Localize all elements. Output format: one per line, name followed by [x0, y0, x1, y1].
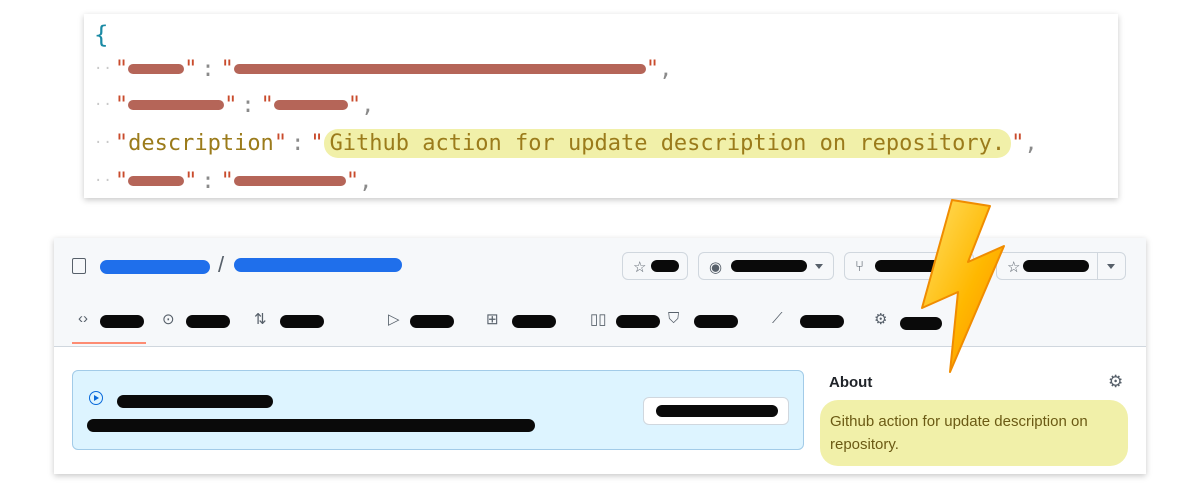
repo-owner-link[interactable] [100, 260, 210, 274]
redacted-value [273, 100, 348, 110]
star-label-redacted [1023, 260, 1089, 272]
repo-icon [72, 258, 86, 274]
tab-label-redacted [616, 315, 660, 328]
chevron-down-icon[interactable] [1107, 264, 1115, 269]
banner-button-label-redacted [656, 405, 778, 417]
redacted-value [233, 64, 646, 74]
pin-label-redacted [651, 260, 679, 272]
code-icon: ‹› [78, 310, 88, 327]
graph-icon: ⟋ [772, 310, 783, 327]
tab-label-redacted [512, 315, 556, 328]
tab-label-redacted [410, 315, 454, 328]
about-description-highlight: Github action for update description on … [820, 400, 1128, 466]
shield-icon: ⛉ [668, 310, 680, 327]
table-icon: ⊞ [486, 311, 499, 328]
redacted-key [128, 176, 185, 186]
code-line-open: { [94, 20, 108, 50]
code-line-description: ·· " description " : " Github action for… [94, 128, 1038, 158]
breadcrumb-separator: / [218, 252, 225, 277]
chevron-down-icon [815, 264, 823, 269]
active-tab-underline [72, 342, 146, 344]
code-line-redacted-3: ·· " " : " " , [94, 168, 373, 194]
star-button[interactable]: ☆ [996, 252, 1126, 280]
fork-icon: ⑂ [855, 258, 865, 275]
open-brace: { [94, 21, 109, 49]
banner-action-button[interactable] [643, 397, 789, 425]
code-line-redacted-1: ·· " " : " " , [94, 56, 673, 82]
tab-label-redacted [280, 315, 324, 328]
redacted-value [233, 176, 346, 186]
redacted-key [128, 64, 185, 74]
code-line-redacted-2: ·· " " : " " , [94, 92, 375, 118]
about-title: About [829, 374, 873, 391]
watch-label-redacted [731, 260, 807, 272]
redacted-key [128, 100, 225, 110]
pin-button[interactable]: ☆ [622, 252, 688, 280]
play-icon [89, 391, 103, 405]
issues-icon: ⊙ [162, 311, 175, 328]
repo-name-link[interactable] [234, 258, 402, 272]
tab-label-redacted [694, 315, 738, 328]
tab-label-redacted [100, 315, 144, 328]
play-icon: ▷ [388, 311, 400, 328]
gear-icon: ⚙ [874, 311, 888, 328]
eye-icon: ◉ [709, 259, 723, 276]
banner-text-redacted [87, 419, 535, 432]
pin-icon: ☆ [633, 259, 647, 276]
lightning-bolt-icon [921, 199, 1005, 373]
description-key: description [128, 130, 274, 156]
book-icon: ▯▯ [590, 311, 607, 328]
watch-button[interactable]: ◉ [698, 252, 834, 280]
description-value-highlight: Github action for update description on … [323, 128, 1012, 158]
banner-title-redacted [117, 395, 273, 408]
button-divider [1097, 253, 1098, 279]
json-code-card: { ·· " " : " " , ·· " " : " " , ·· " des… [84, 14, 1118, 198]
tab-label-redacted [800, 315, 844, 328]
pull-request-icon: ⇅ [254, 311, 267, 328]
actions-banner [72, 370, 804, 450]
gear-icon[interactable]: ⚙ [1108, 372, 1123, 392]
tab-label-redacted [186, 315, 230, 328]
